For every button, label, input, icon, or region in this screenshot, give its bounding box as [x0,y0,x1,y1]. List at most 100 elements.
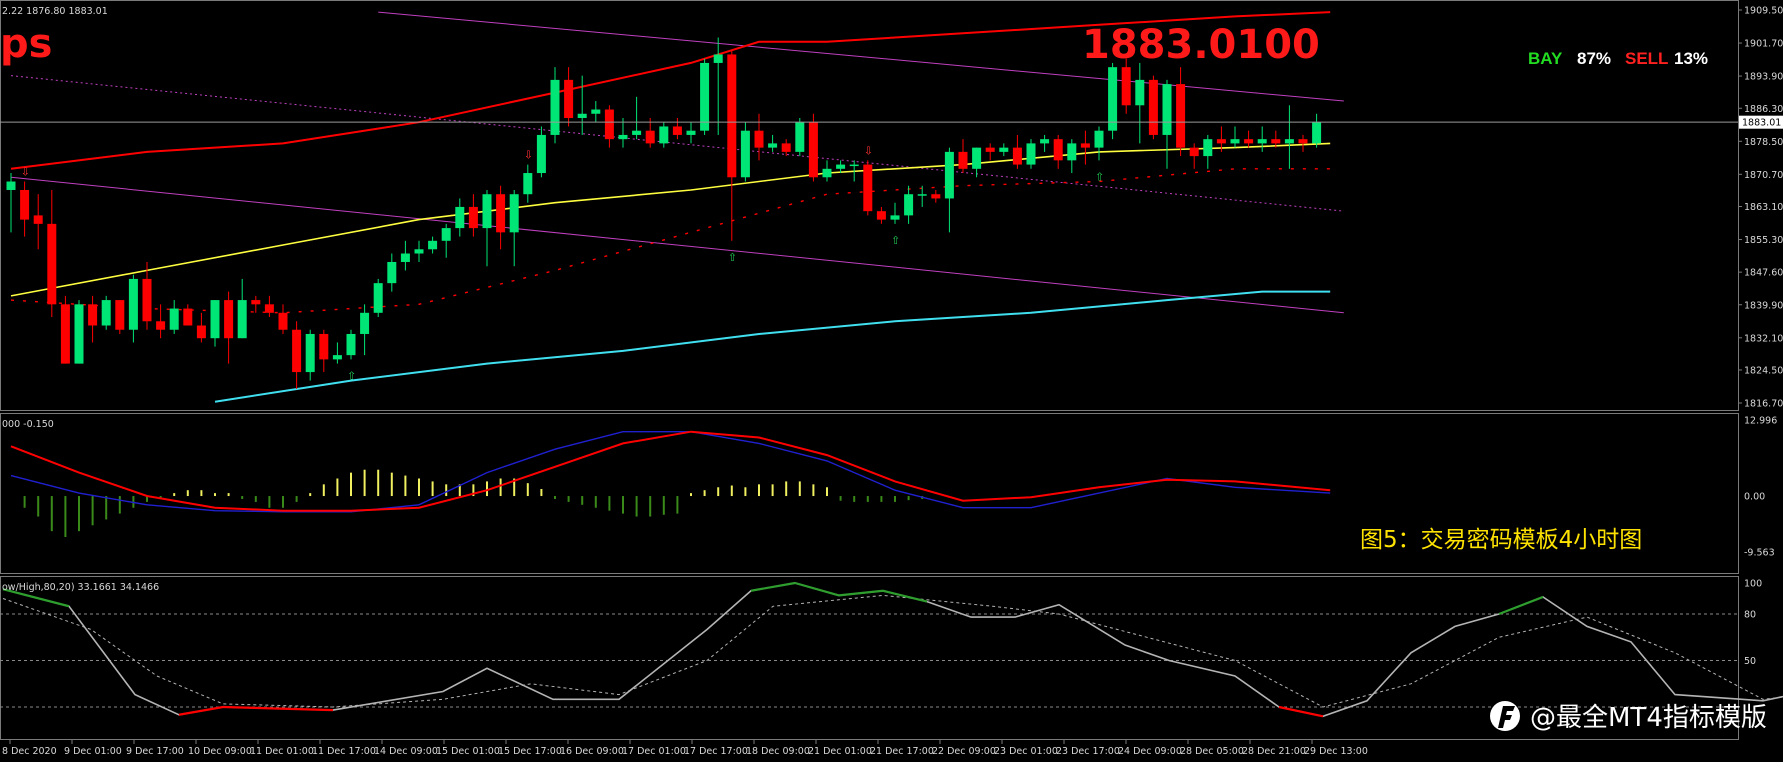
candle-body-bear [645,130,655,144]
candle-body-bear [319,333,329,360]
time-tick-label: 14 Dec 09:00 [374,746,438,757]
stoch-oversold-segment [1278,705,1324,718]
macd-tick-label: 12.996 [1744,416,1777,427]
sell-arrow-icon: ⇩ [21,166,30,179]
candle-body-bull [836,164,846,169]
stoch-overbought-segment [794,581,840,597]
candle-body-bull [1284,139,1294,144]
mt4-chart: ⇧ ⇧ ⇧ ⇧ ⇩ ⇩ ⇩ 1909.50 1901.70 1893.90 1886.30 1878… [0,0,1783,757]
candle-body-bear [985,147,995,152]
time-tick-label: 21 Dec 17:00 [870,746,934,757]
corner-red-text: ps [0,21,52,67]
price-tick-label: 1847.60 [1744,268,1783,279]
candle-body-bull [686,130,696,135]
candle-body-bear [781,143,791,152]
macd-panel-header: 000 -0.150 [2,419,54,430]
macd-histogram [23,469,924,538]
candle-body-bear [1080,143,1090,148]
macd-tick-label: 0.00 [1744,492,1765,503]
candle-body-bear [958,151,968,169]
time-tick-label: 29 Dec 13:00 [1304,746,1368,757]
candle-body-bull [740,130,750,178]
candle-body-bull [523,173,533,195]
candle-body-bull [659,126,669,144]
regression-channel-line [10,176,1344,314]
stoch-tick-label: 50 [1744,656,1756,667]
candle-body-bull [1026,143,1036,165]
sell-label: SELL [1625,49,1668,68]
candle-body-bull [101,300,111,326]
candle-body-bear [33,215,43,224]
candle-body-bear [278,312,288,330]
candle-body-bull [428,240,438,250]
time-tick-label: 17 Dec 17:00 [684,746,748,757]
stoch-overbought-segment [1498,595,1544,616]
price-tick-label: 1870.70 [1744,170,1783,181]
candle-body-bull [849,164,859,167]
candle-body-bull [999,147,1009,152]
main-panel-header: 2.22 1876.80 1883.01 [2,6,108,17]
candle-body-bull [904,194,914,216]
candle-body-bear [1053,139,1063,161]
candle-body-bear [468,206,478,229]
time-tick-label: 28 Dec 21:00 [1242,746,1306,757]
candle-body-bear [1176,84,1186,148]
candle-body-bear [1148,79,1158,135]
candle-body-bull [1094,130,1104,148]
price-tick-label: 1901.70 [1744,39,1783,50]
sell-percent: 13% [1674,49,1708,68]
buy-label: BAY [1528,49,1563,68]
candle-body-bull [509,194,519,233]
candle-body-bull [972,147,982,169]
candle-body-bull [768,143,778,148]
watermark: @最全MT4指标模版 [1490,701,1767,733]
candle-body-bear [20,189,30,220]
buy-arrow-icon: ⇧ [891,234,900,247]
candle-body-bull [400,253,410,262]
candle-body-bear [196,325,206,339]
candle-body-bear [1012,147,1022,165]
candle-body-bull [944,151,954,199]
candle-body-bull [387,261,397,284]
time-tick-label: 21 Dec 01:00 [808,746,872,757]
candle-body-bull [1230,139,1240,144]
candle-body-bear [808,122,818,178]
candle-body-bull [700,62,710,131]
time-tick-label: 8 Dec 2020 [2,746,57,757]
candle-body-bear [1189,147,1199,157]
candle-body-bull [618,134,628,140]
candle-body-bull [169,308,179,330]
sell-arrow-icon: ⇩ [864,144,873,157]
candle-body-bull [237,300,247,339]
candle-body-bull [577,113,587,118]
time-tick-label: 17 Dec 01:00 [622,746,686,757]
candle-body-bull [360,312,370,334]
stoch-level-lines [0,613,1738,708]
price-tick-label: 1909.50 [1744,6,1783,17]
candle-body-bear [292,329,302,373]
candle-body-bear [251,300,261,305]
figure-caption: 图5：交易密码模板4小时图 [1360,527,1642,553]
candle-body-bull [210,300,220,339]
candle-body-bull [305,333,315,373]
candle-body-bull [1108,67,1118,131]
candle-body-bear [876,211,886,220]
candle-body-bull [713,54,723,63]
candle-body-bull [1312,122,1322,144]
price-tick-label: 1824.50 [1744,365,1783,376]
candle-body-bull [1257,139,1267,144]
time-tick-label: 18 Dec 09:00 [746,746,810,757]
time-tick-label: 28 Dec 05:00 [1180,746,1244,757]
candle-body-bull [482,194,492,229]
candle-body-bull [1203,139,1213,157]
time-tick-label: 15 Dec 17:00 [498,746,562,757]
stoch-signal-line [2,594,1783,708]
price-tick-label: 1886.30 [1744,104,1783,115]
candle-body-bear [142,278,152,322]
candle-body-bear [88,304,98,326]
price-tick-label: 1832.10 [1744,333,1783,344]
candle-body-bull [890,215,900,220]
candle-body-bull [1040,139,1050,144]
time-tick-label: 9 Dec 01:00 [64,746,122,757]
stoch-tick-label: 80 [1744,610,1756,621]
